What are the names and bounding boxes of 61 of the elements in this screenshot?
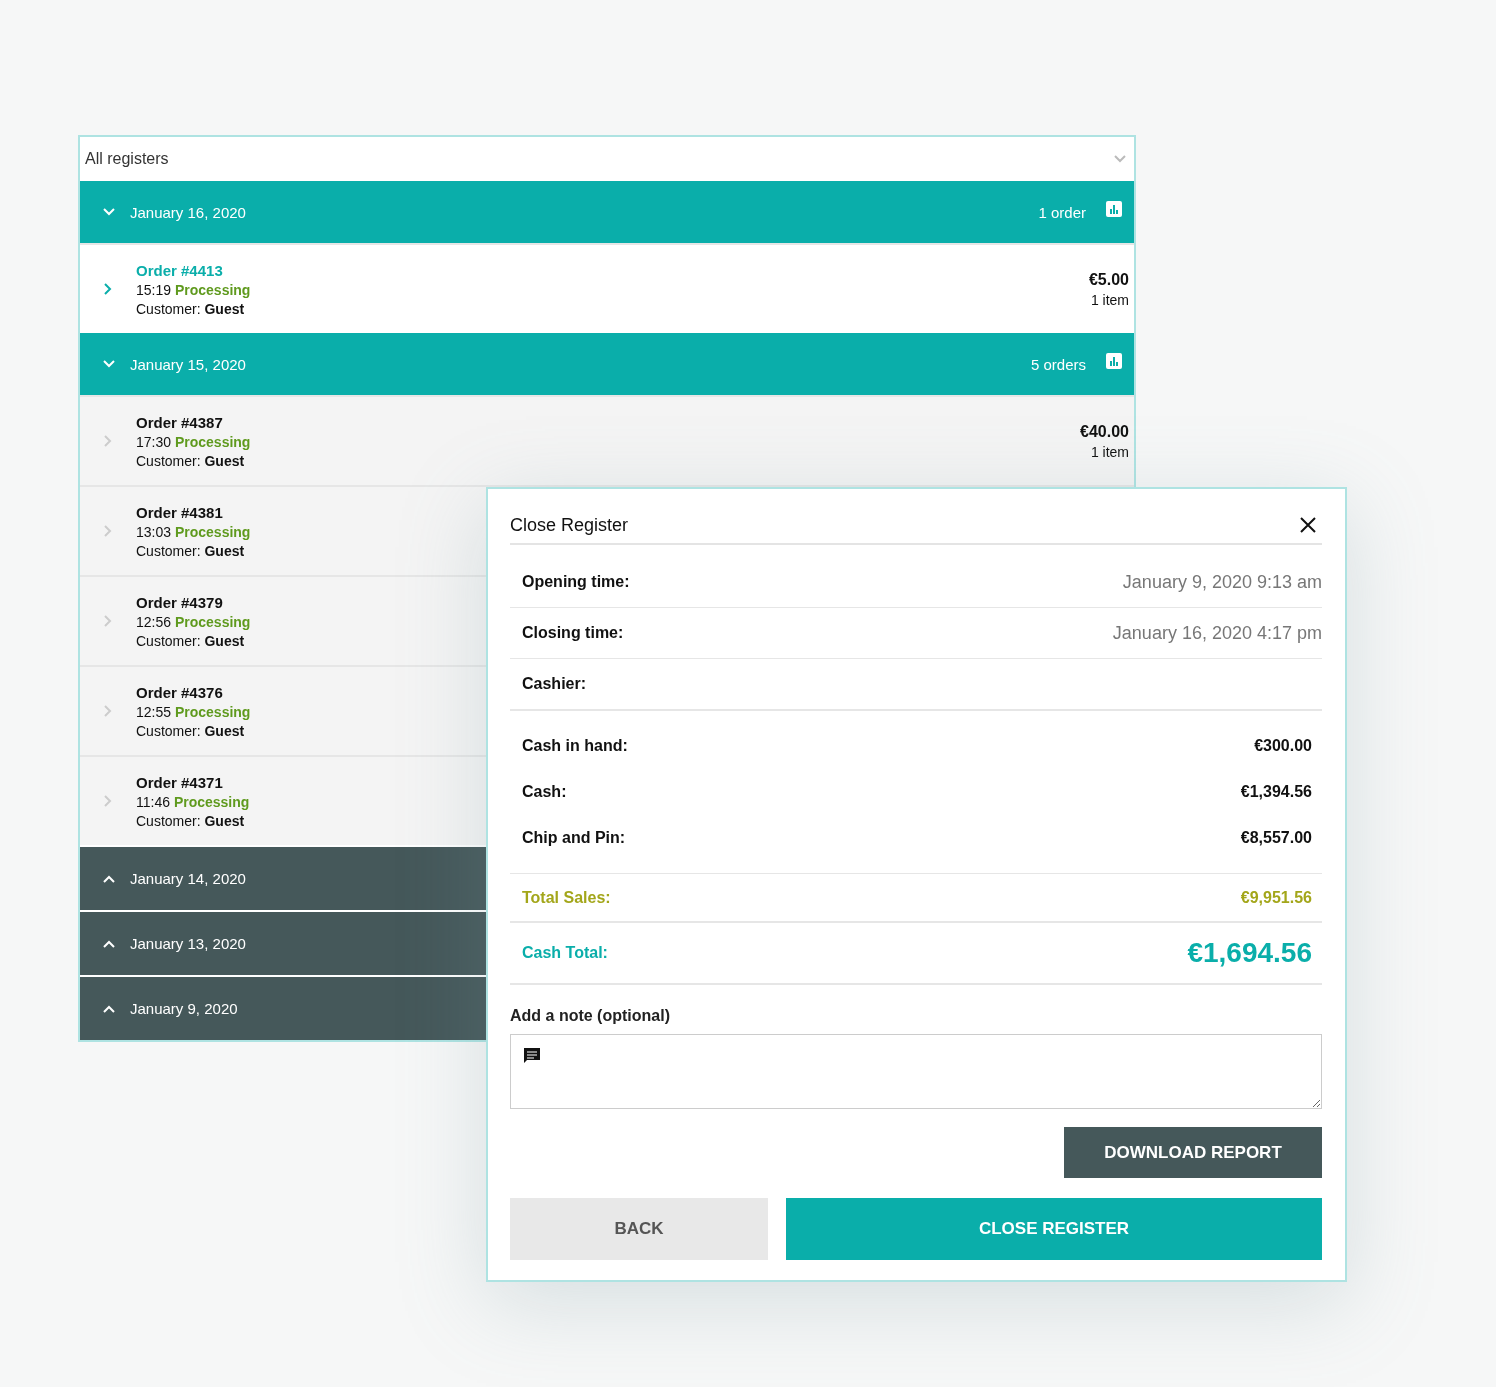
date-label: January 9, 2020 [130,1000,238,1017]
summary-label: Closing time: [522,624,624,642]
chevron-up-icon [102,939,116,948]
summary-value: €1,394.56 [1240,783,1312,801]
summary-label: Cash in hand: [522,737,628,755]
summary-label: Total Sales: [522,888,611,907]
dropdown-caret-icon [1114,155,1126,163]
summary-label: Opening time: [522,573,630,591]
order-title: Order #4413 [136,261,224,279]
summary-value: €1,694.56 [1187,937,1312,969]
summary-value: January 16, 2020 4:17 pm [1112,622,1322,644]
summary-label: Cashier: [522,675,587,693]
close-icon[interactable] [1300,517,1316,533]
summary-value: €8,557.00 [1240,829,1312,847]
chevron-up-icon [102,1004,116,1013]
modal-title: Close Register [510,514,629,536]
order-row[interactable]: Order #4387 17:30 Processing Customer: Guest €40.00 1 item [80,395,1134,485]
order-count: 1 order [1038,203,1086,221]
date-label: January 15, 2020 [130,355,246,373]
chevron-up-icon [102,874,116,883]
order-title: Order #4381 [136,503,224,521]
date-label: January 13, 2020 [130,935,246,952]
note-field[interactable] [510,1034,1322,1109]
order-total: €5.00 [1088,270,1129,289]
date-label: January 14, 2020 [130,870,246,887]
comment-icon [522,1046,542,1066]
summary-label: Chip and Pin: [522,829,626,847]
order-title: Order #4387 [136,413,224,431]
order-customer: Customer: Guest [136,300,246,317]
date-label: January 16, 2020 [130,203,246,221]
order-item-count: 1 item [1089,291,1129,308]
bar-chart-icon[interactable] [1106,201,1122,217]
note-label: Add a note (optional) [510,1007,671,1025]
summary-value: €9,951.56 [1240,888,1312,907]
order-time-status: 13:03 Processing [136,523,251,540]
order-time-status: 11:46 Processing [136,793,250,810]
summary-label: Cash Total: [522,944,608,962]
order-item-count: 1 item [1089,443,1129,460]
order-customer: Customer: Guest [136,542,246,559]
chevron-down-icon [102,360,116,368]
summary-value: January 9, 2020 9:13 am [1122,571,1322,593]
order-time-status: 12:55 Processing [136,703,251,720]
order-title: Order #4371 [136,773,224,791]
download-report-button[interactable]: DOWNLOAD REPORT [1064,1127,1322,1178]
order-time-status: 12:56 Processing [136,613,251,630]
summary-label: Cash: [522,783,567,801]
summary-value: €300.00 [1254,737,1312,755]
bar-chart-icon[interactable] [1106,353,1122,369]
order-customer: Customer: Guest [136,812,246,829]
order-customer: Customer: Guest [136,452,246,469]
order-count: 5 orders [1030,355,1086,373]
dropdown-value: All registers [85,150,169,168]
back-button[interactable]: BACK [510,1198,768,1260]
order-time-status: 15:19 Processing [136,281,251,298]
chevron-down-icon [102,208,116,216]
order-title: Order #4376 [136,683,224,701]
order-total: €40.00 [1080,422,1129,441]
order-time-status: 17:30 Processing [136,433,251,450]
order-customer: Customer: Guest [136,632,246,649]
order-title: Order #4379 [136,593,224,611]
order-customer: Customer: Guest [136,722,246,739]
